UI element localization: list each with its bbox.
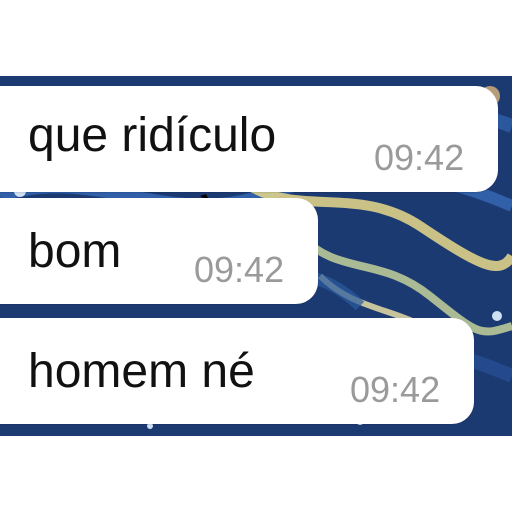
message-timestamp: 09:42 — [374, 137, 465, 178]
message-text: que ridículo — [28, 109, 277, 162]
message-timestamp: 09:42 — [194, 249, 285, 290]
message-text: homem né — [28, 345, 255, 398]
message-bubble-2[interactable]: bom 09:42 — [0, 198, 318, 304]
message-text: bom — [28, 225, 122, 278]
message-bubble-3[interactable]: homem né 09:42 — [0, 318, 474, 424]
chat-screen: que ridículo 09:42 bom 09:42 homem né 09… — [0, 0, 512, 512]
message-bubble-1[interactable]: que ridículo 09:42 — [0, 86, 498, 192]
message-timestamp: 09:42 — [350, 369, 441, 410]
